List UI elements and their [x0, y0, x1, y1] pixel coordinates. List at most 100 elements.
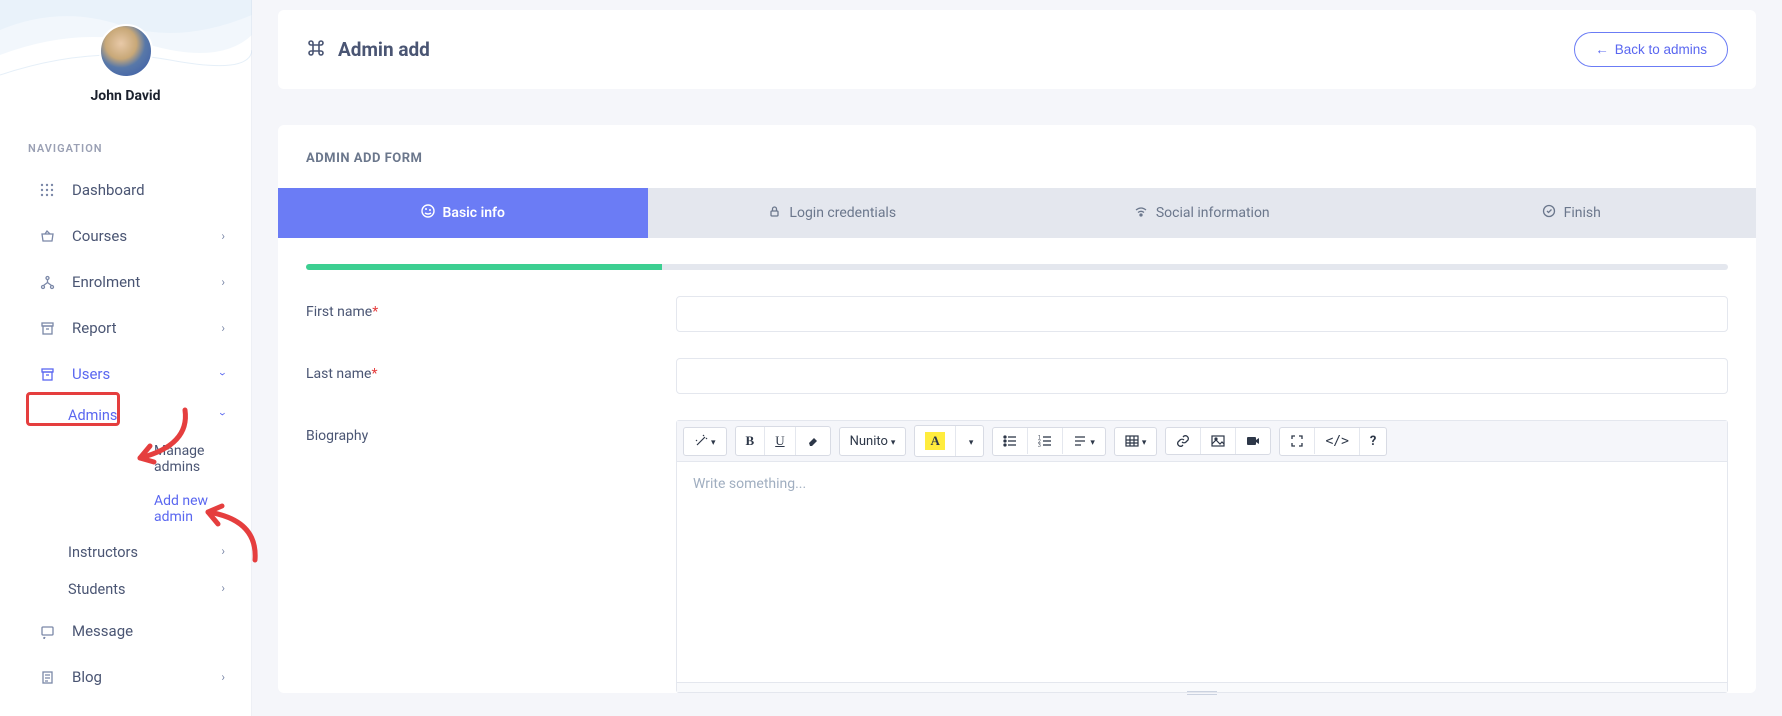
chevron-right-icon: › — [221, 544, 225, 558]
back-to-admins-button[interactable]: ← Back to admins — [1574, 32, 1728, 67]
nav-enrolment[interactable]: Enrolment › — [0, 259, 251, 305]
nav-report[interactable]: Report › — [0, 305, 251, 351]
tab-label: Finish — [1564, 205, 1601, 221]
label-text: Last name — [306, 366, 371, 382]
archive-icon — [36, 367, 58, 382]
message-icon — [36, 624, 58, 639]
nav-label: Users — [72, 365, 110, 383]
label-text: Biography — [306, 428, 368, 444]
chevron-right-icon: › — [221, 581, 225, 595]
tab-social-information[interactable]: Social information — [1017, 188, 1387, 238]
editor-toolbar: B U Nunito A — [677, 421, 1727, 462]
underline-button[interactable]: U — [765, 427, 795, 455]
tab-finish[interactable]: Finish — [1387, 188, 1757, 238]
biography-editor: B U Nunito A — [676, 420, 1728, 693]
chevron-right-icon: › — [221, 275, 225, 289]
main: Admin add ← Back to admins ADMIN ADD FOR… — [252, 0, 1782, 716]
link-button[interactable] — [1166, 428, 1201, 454]
image-button[interactable] — [1201, 428, 1236, 454]
nav-label: Dashboard — [72, 181, 145, 199]
hierarchy-icon — [36, 275, 58, 290]
sidebar: John David NAVIGATION Dashboard Courses … — [0, 0, 252, 716]
nav-label: Courses — [72, 227, 127, 245]
form-card: ADMIN ADD FORM Basic info Login credenti… — [278, 125, 1756, 693]
paragraph-dropdown[interactable] — [1063, 428, 1105, 455]
chevron-right-icon: › — [221, 670, 225, 684]
arrow-left-icon: ← — [1595, 42, 1609, 57]
tabs: Basic info Login credentials Social info… — [278, 188, 1756, 238]
grid-icon — [36, 183, 58, 197]
editor-resize-handle[interactable] — [677, 682, 1727, 692]
label-text: First name — [306, 304, 372, 320]
chevron-down-icon: › — [216, 372, 230, 376]
code-view-button[interactable]: </> — [1315, 428, 1359, 455]
tab-login-credentials[interactable]: Login credentials — [648, 188, 1018, 238]
editor-textarea[interactable]: Write something... — [677, 462, 1727, 682]
profile-name: John David — [0, 88, 251, 104]
form-row-first-name: First name* — [278, 296, 1756, 332]
unordered-list-button[interactable] — [993, 428, 1028, 454]
topbar: Admin add ← Back to admins — [278, 10, 1756, 89]
last-name-label: Last name* — [306, 358, 676, 382]
table-dropdown[interactable] — [1115, 428, 1157, 455]
nav-dashboard[interactable]: Dashboard — [0, 167, 251, 213]
help-button[interactable]: ? — [1360, 428, 1386, 455]
required-mark: * — [371, 366, 377, 382]
nav-label: Manage admins — [154, 443, 204, 475]
tab-label: Login credentials — [789, 205, 896, 221]
last-name-input[interactable] — [676, 358, 1728, 394]
nav-blog[interactable]: Blog › — [0, 654, 251, 700]
video-button[interactable] — [1236, 428, 1270, 454]
biography-label: Biography — [306, 420, 676, 444]
avatar[interactable] — [99, 24, 153, 78]
nav-label: Blog — [72, 668, 102, 686]
tab-label: Basic info — [443, 205, 505, 221]
nav-label: Students — [68, 581, 125, 598]
ordered-list-button[interactable]: 123 — [1028, 428, 1063, 454]
required-mark: * — [372, 304, 378, 320]
nav-instructors[interactable]: Instructors › — [68, 534, 251, 571]
font-color-dropdown[interactable] — [956, 428, 984, 455]
nav-add-new-admin[interactable]: Add new admin — [154, 484, 251, 534]
check-circle-icon — [1542, 204, 1556, 222]
back-button-label: Back to admins — [1615, 42, 1707, 57]
archive-icon — [36, 321, 58, 336]
form-row-last-name: Last name* — [278, 358, 1756, 394]
basket-icon — [36, 229, 58, 244]
nav-label: Report — [72, 319, 117, 337]
nav-label: Admins — [68, 407, 117, 424]
nav-message[interactable]: Message — [0, 608, 251, 654]
page-title: Admin add — [338, 38, 430, 61]
font-family-dropdown[interactable]: Nunito — [840, 428, 906, 455]
wifi-icon — [1134, 204, 1148, 222]
form-row-biography: Biography B U — [278, 420, 1756, 693]
first-name-input[interactable] — [676, 296, 1728, 332]
bold-button[interactable]: B — [736, 427, 766, 455]
progress-bar — [306, 264, 1728, 270]
fullscreen-button[interactable] — [1280, 428, 1315, 454]
chevron-down-icon: › — [216, 412, 230, 416]
nav-courses[interactable]: Courses › — [0, 213, 251, 259]
nav-label: Add new admin — [154, 493, 208, 525]
nav-students[interactable]: Students › — [68, 571, 251, 608]
tab-label: Social information — [1156, 205, 1270, 221]
nav-users[interactable]: Users › — [0, 351, 251, 397]
magic-wand-button[interactable] — [684, 428, 726, 455]
chevron-right-icon: › — [221, 321, 225, 335]
globe-icon — [421, 204, 435, 222]
card-heading: ADMIN ADD FORM — [278, 125, 1756, 188]
font-name-label: Nunito — [850, 434, 888, 449]
nav-manage-admins[interactable]: Manage admins — [154, 434, 251, 484]
nav-admins[interactable]: Admins › — [68, 397, 251, 434]
profile: John David — [0, 0, 251, 104]
command-icon — [306, 38, 326, 62]
lock-icon — [768, 205, 781, 222]
tab-basic-info[interactable]: Basic info — [278, 188, 648, 238]
chevron-right-icon: › — [221, 229, 225, 243]
nav-label: Enrolment — [72, 273, 140, 291]
nav-label: Message — [72, 622, 133, 640]
font-color-button[interactable]: A — [915, 426, 955, 456]
eraser-button[interactable] — [796, 428, 830, 454]
progress-fill — [306, 264, 662, 270]
document-icon — [36, 670, 58, 685]
